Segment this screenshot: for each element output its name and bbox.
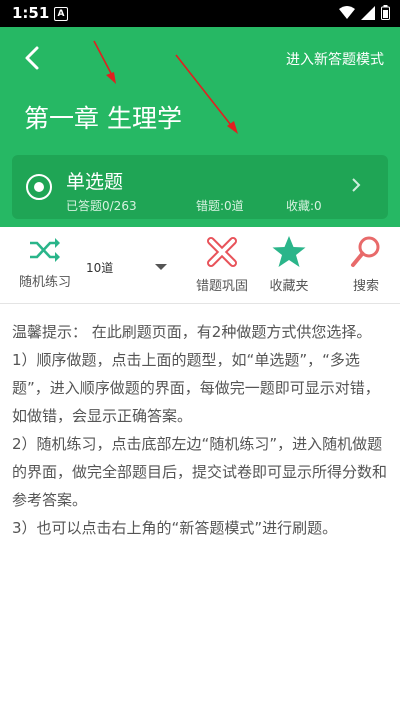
question-count-select[interactable]: 10道 (86, 259, 113, 276)
header: 进入新答题模式 第一章 生理学 单选题 已答题0/263 错题:0道 收藏:0 (0, 27, 400, 227)
notification-icon: A (54, 7, 68, 21)
battery-icon (381, 5, 390, 20)
toolbar: 随机练习 10道 错题巩固 收藏夹 搜索 (0, 227, 400, 304)
favorites-label: 收藏夹 (269, 279, 309, 294)
random-practice-label: 随机练习 (18, 275, 71, 290)
search-label: 搜索 (352, 279, 379, 294)
question-type-label: 单选题 (66, 171, 124, 193)
tips-section: 温馨提示： 在此刷题页面，有2种做题方式供您选择。 1）顺序做题，点击上面的题型… (12, 318, 388, 542)
search-button[interactable]: 搜索 (331, 235, 400, 294)
annotation-arrow-1 (93, 40, 116, 84)
radio-circle-icon (26, 174, 52, 200)
wrong-count: 错题:0道 (196, 199, 244, 213)
tips-item-3: 3）也可以点击右上角的“新答题模式”进行刷题。 (12, 519, 338, 537)
tips-item-1: 1）顺序做题，点击上面的题型，如“单选题”，“多选题”，进入顺序做题的界面，每做… (12, 351, 380, 425)
shuffle-icon (30, 238, 60, 262)
status-time: 1:51 (12, 4, 50, 22)
wifi-icon (339, 5, 355, 19)
status-icons (339, 5, 390, 20)
favorites-count: 收藏:0 (286, 199, 322, 213)
signal-icon (361, 5, 375, 20)
star-icon (272, 236, 306, 267)
answered-count: 已答题0/263 (66, 199, 137, 213)
caret-down-icon[interactable] (155, 264, 167, 270)
random-practice-button[interactable]: 随机练习 (10, 235, 80, 290)
tips-intro: 温馨提示： 在此刷题页面，有2种做题方式供您选择。 (12, 323, 372, 341)
annotation-arrow-2 (175, 54, 238, 134)
favorites-button[interactable]: 收藏夹 (254, 235, 324, 294)
cross-icon (207, 237, 237, 267)
question-type-card[interactable]: 单选题 已答题0/263 错题:0道 收藏:0 (12, 155, 388, 219)
tips-item-2: 2）随机练习，点击底部左边“随机练习”，进入随机做题的界面，做完全部题目后，提交… (12, 435, 388, 509)
chevron-right-icon (352, 178, 361, 192)
wrong-review-label: 错题巩固 (195, 279, 248, 294)
status-bar: 1:51 A (0, 0, 400, 27)
wrong-review-button[interactable]: 错题巩固 (187, 235, 257, 294)
search-icon (351, 236, 380, 267)
